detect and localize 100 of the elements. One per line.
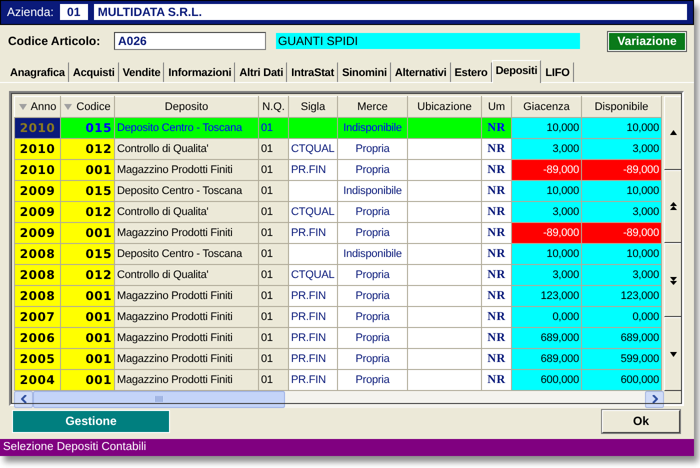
code-cell: 015 <box>60 180 114 202</box>
column-header[interactable]: Ubicazione <box>408 96 482 118</box>
unit-cell: NR <box>482 222 512 244</box>
horizontal-scrollbar[interactable] <box>14 390 664 408</box>
stock-cell: 3,000 <box>512 138 582 160</box>
available-cell: -89,000 <box>582 159 662 180</box>
nq-cell: 01 <box>258 327 288 348</box>
tab[interactable]: Depositi <box>492 60 542 83</box>
available-cell: 689,000 <box>582 327 662 348</box>
column-header[interactable]: Um <box>482 96 512 118</box>
unit-cell: NR <box>482 348 512 370</box>
column-header[interactable]: Merce <box>338 96 408 118</box>
stock-cell: 0,000 <box>512 306 582 328</box>
unit-cell: NR <box>482 327 512 348</box>
scroll-thumb[interactable] <box>33 390 285 408</box>
column-header[interactable]: N.Q. <box>258 96 288 118</box>
article-description: GUANTI SPIDI <box>276 33 580 50</box>
sigla-cell: PR.FIN <box>288 348 338 370</box>
available-cell: 3,000 <box>582 138 662 160</box>
stock-cell: 10,000 <box>512 117 582 138</box>
nq-cell: 01 <box>258 180 288 202</box>
company-name: MULTIDATA S.R.L. <box>94 4 687 20</box>
year-cell: 2010 <box>14 159 60 180</box>
stock-cell: -89,000 <box>512 222 582 244</box>
scroll-up-button[interactable] <box>664 96 682 170</box>
nq-cell: 01 <box>258 306 288 328</box>
nq-cell: 01 <box>258 117 288 138</box>
year-cell: 2010 <box>14 117 60 138</box>
nq-cell: 01 <box>258 285 288 306</box>
column-header[interactable]: Anno <box>14 96 60 118</box>
sigla-cell: CTQUAL <box>288 264 338 286</box>
unit-cell: NR <box>482 159 512 180</box>
sigla-cell: PR.FIN <box>288 306 338 328</box>
column-header[interactable]: Sigla <box>288 96 338 118</box>
year-cell: 2004 <box>14 369 60 390</box>
warehouse-cell: Controllo di Qualita' <box>114 264 258 286</box>
nq-cell: 01 <box>258 348 288 370</box>
warehouse-cell: Magazzino Prodotti Finiti <box>114 369 258 390</box>
sort-icon <box>18 104 27 110</box>
tab[interactable]: Vendite <box>118 62 164 82</box>
goods-cell: Propria <box>338 159 408 180</box>
sigla-cell: PR.FIN <box>288 327 338 348</box>
nq-cell: 01 <box>258 264 288 286</box>
warehouse-cell: Deposito Centro - Toscana <box>114 180 258 202</box>
goods-cell: Propria <box>338 306 408 328</box>
goods-cell: Propria <box>338 138 408 160</box>
scroll-down-button[interactable] <box>664 317 682 391</box>
code-cell: 012 <box>60 201 114 222</box>
year-cell: 2009 <box>14 201 60 222</box>
nq-cell: 01 <box>258 138 288 160</box>
goods-cell: Propria <box>338 327 408 348</box>
warehouse-cell: Deposito Centro - Toscana <box>114 243 258 264</box>
nq-cell: 01 <box>258 369 288 390</box>
sigla-cell <box>288 243 338 264</box>
article-code-field[interactable]: A026 <box>114 32 266 50</box>
ok-button[interactable]: Ok <box>602 410 680 433</box>
column-header[interactable]: Disponibile <box>582 96 662 118</box>
sigla-cell: CTQUAL <box>288 138 338 160</box>
stock-cell: 600,000 <box>512 369 582 390</box>
year-cell: 2009 <box>14 180 60 202</box>
available-cell: 10,000 <box>582 117 662 138</box>
scroll-right-button[interactable] <box>645 390 664 408</box>
column-header[interactable]: Deposito <box>114 96 258 118</box>
available-cell: 123,000 <box>582 285 662 306</box>
available-cell: -89,000 <box>582 222 662 244</box>
year-cell: 2010 <box>14 138 60 160</box>
sigla-cell: PR.FIN <box>288 369 338 390</box>
warehouse-cell: Deposito Centro - Toscana <box>114 117 258 138</box>
code-cell: 012 <box>60 264 114 286</box>
year-cell: 2005 <box>14 348 60 370</box>
sort-icon <box>64 104 72 110</box>
goods-cell: Propria <box>338 369 408 390</box>
scroll-left-button[interactable] <box>14 390 33 408</box>
page-up-icon <box>670 202 676 212</box>
variation-button[interactable]: Variazione <box>608 32 686 51</box>
goods-cell: Propria <box>338 201 408 222</box>
column-header[interactable]: Codice <box>60 96 114 118</box>
unit-cell: NR <box>482 138 512 160</box>
page-down-button[interactable] <box>664 243 682 318</box>
warehouse-cell: Controllo di Qualita' <box>114 201 258 222</box>
goods-cell: Propria <box>338 285 408 306</box>
column-header[interactable]: Giacenza <box>512 96 582 118</box>
year-cell: 2008 <box>14 285 60 306</box>
code-cell: 015 <box>60 117 114 138</box>
sigla-cell: PR.FIN <box>288 159 338 180</box>
stock-cell: -89,000 <box>512 159 582 180</box>
code-cell: 012 <box>60 138 114 160</box>
goods-cell: Propria <box>338 348 408 370</box>
code-cell: 001 <box>60 327 114 348</box>
scroll-down-icon <box>670 352 676 357</box>
page-up-button[interactable] <box>664 170 682 244</box>
code-cell: 001 <box>60 369 114 390</box>
warehouse-cell: Magazzino Prodotti Finiti <box>114 327 258 348</box>
unit-cell: NR <box>482 180 512 202</box>
goods-cell: Indisponibile <box>338 243 408 264</box>
warehouse-cell: Magazzino Prodotti Finiti <box>114 285 258 306</box>
tab[interactable]: Estero <box>450 62 492 82</box>
page-down-icon <box>670 276 676 285</box>
available-cell: 10,000 <box>582 180 662 202</box>
manage-button[interactable]: Gestione <box>12 410 170 433</box>
